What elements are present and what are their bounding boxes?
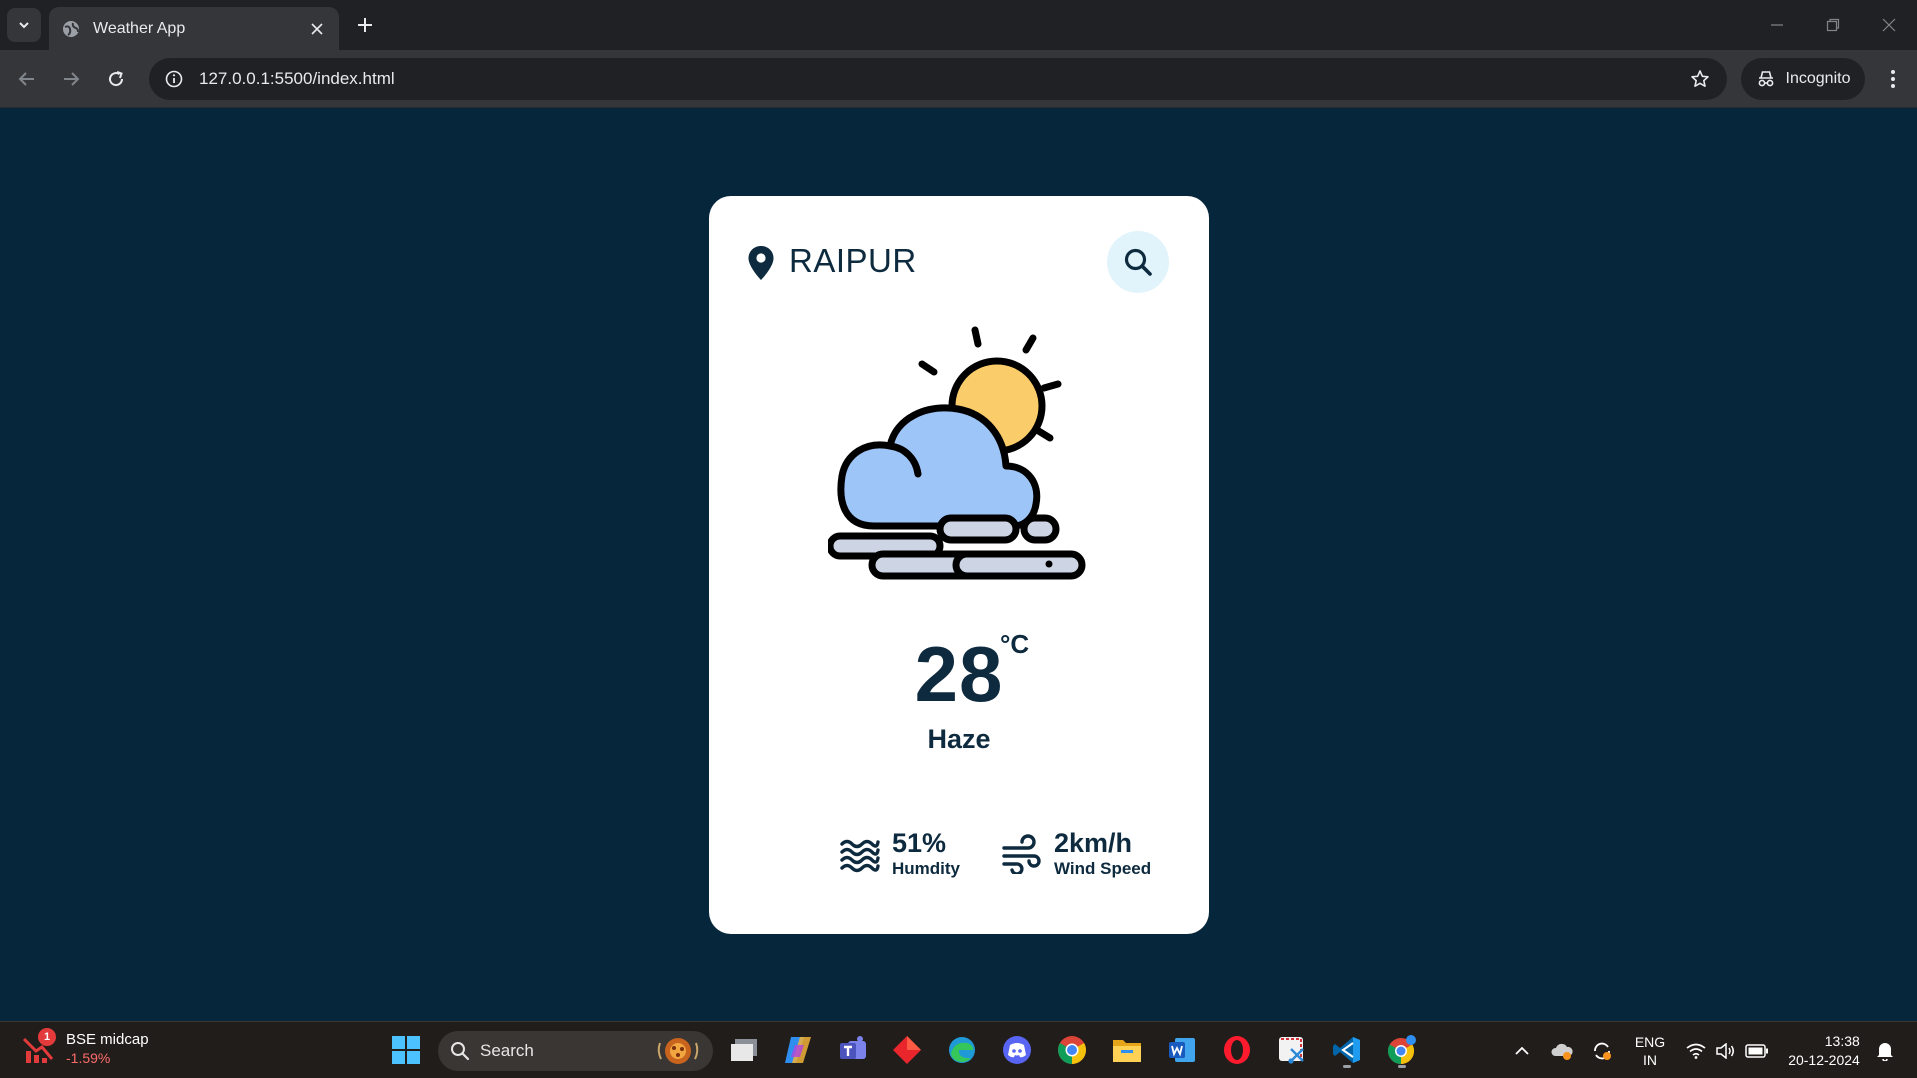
close-tab-icon[interactable] — [307, 19, 327, 39]
tab-title: Weather App — [93, 19, 186, 37]
teams-icon[interactable] — [833, 1030, 873, 1070]
sync-icon[interactable] — [1588, 1022, 1616, 1078]
wind-value: 2km/h — [1054, 828, 1133, 858]
chevron-up-icon — [1515, 1046, 1529, 1055]
stock-widget[interactable]: 1 BSE midcap -1.59% — [22, 1028, 149, 1068]
chevron-down-icon — [19, 22, 29, 29]
battery-icon[interactable] — [1742, 1022, 1772, 1078]
volume-icon[interactable] — [1712, 1022, 1738, 1078]
incognito-button[interactable]: Incognito — [1741, 58, 1865, 100]
incognito-icon — [1758, 71, 1773, 87]
snipping-tool-icon[interactable] — [1272, 1030, 1312, 1070]
wind-icon — [1002, 834, 1041, 874]
forward-button[interactable] — [54, 62, 88, 96]
city-name: RAIPUR — [789, 242, 917, 279]
widget-title: BSE midcap — [66, 1031, 149, 1048]
wind-label: Wind Speed — [1054, 859, 1152, 878]
weather-description: Haze — [927, 724, 991, 754]
incognito-label: Incognito — [1785, 70, 1851, 87]
tab-search-button[interactable] — [7, 8, 41, 42]
reload-icon — [109, 71, 124, 87]
opera-icon[interactable] — [1217, 1030, 1257, 1070]
haze-weather-icon — [828, 326, 1086, 580]
plus-icon — [358, 18, 372, 32]
wind-stat: 2km/h Wind Speed — [1002, 828, 1151, 880]
search-icon — [450, 1041, 470, 1061]
clock-date: 20-12-2024 — [1788, 1051, 1860, 1068]
browser-tab[interactable]: Weather App — [49, 7, 339, 50]
reload-button[interactable] — [99, 62, 133, 96]
search-label: Search — [480, 1041, 534, 1060]
weather-card: RAIPUR 28 °C Haze 51% Humdity 2km/h Wind… — [709, 196, 1209, 934]
temperature-display: 28 °C — [709, 629, 1209, 720]
minimize-button[interactable] — [1749, 0, 1805, 50]
running-indicator — [1398, 1065, 1406, 1068]
site-info-icon[interactable] — [163, 68, 185, 90]
word-icon[interactable] — [1162, 1030, 1202, 1070]
humidity-stat: 51% Humdity — [840, 828, 960, 880]
discord-icon[interactable] — [997, 1030, 1037, 1070]
copilot-icon[interactable] — [778, 1030, 818, 1070]
globe-icon — [61, 19, 81, 39]
red-diamond-app-icon[interactable] — [887, 1030, 927, 1070]
running-indicator — [1343, 1065, 1351, 1068]
temperature-unit: °C — [1000, 629, 1030, 659]
humidity-waves-icon — [840, 839, 880, 873]
file-explorer-icon[interactable] — [1107, 1030, 1147, 1070]
chrome-icon[interactable] — [1052, 1030, 1092, 1070]
chrome-profile-icon[interactable] — [1382, 1030, 1422, 1070]
new-tab-button[interactable] — [350, 10, 380, 40]
vscode-icon[interactable] — [1327, 1030, 1367, 1070]
browser-menu-button[interactable] — [1876, 62, 1910, 96]
widget-change: -1.59% — [66, 1050, 111, 1066]
url-text[interactable]: 127.0.0.1:5500/index.html — [199, 69, 1687, 89]
notifications-bell-icon[interactable] — [1872, 1022, 1898, 1078]
show-hidden-icons-button[interactable] — [1510, 1022, 1534, 1078]
notification-badge: 1 — [38, 1028, 56, 1046]
language-indicator[interactable]: ENG IN — [1628, 1022, 1672, 1078]
address-bar[interactable]: 127.0.0.1:5500/index.html — [149, 58, 1727, 100]
more-vertical-icon — [1891, 70, 1895, 88]
edge-icon[interactable] — [942, 1030, 982, 1070]
arrow-left-icon — [18, 72, 34, 86]
language-region: IN — [1643, 1051, 1657, 1068]
search-icon — [1124, 248, 1152, 276]
search-button[interactable] — [1107, 231, 1169, 293]
restore-button[interactable] — [1805, 0, 1861, 50]
language-code: ENG — [1634, 1033, 1666, 1050]
taskbar-search[interactable]: Search — [438, 1031, 713, 1071]
close-window-button[interactable] — [1861, 0, 1917, 50]
arrow-right-icon — [64, 72, 80, 86]
task-view-icon[interactable] — [724, 1030, 764, 1070]
bookmark-star-icon[interactable] — [1687, 66, 1713, 92]
stock-chart-icon: 1 — [22, 1028, 58, 1067]
window-controls — [1749, 0, 1917, 50]
clock[interactable]: 13:38 20-12-2024 — [1780, 1022, 1868, 1078]
search-highlight-icon — [657, 1038, 699, 1064]
back-button[interactable] — [10, 62, 44, 96]
humidity-value: 51% — [892, 828, 947, 858]
onedrive-icon[interactable] — [1548, 1022, 1576, 1078]
clock-time: 13:38 — [1824, 1032, 1860, 1049]
location-pin-icon — [748, 246, 774, 280]
browser-toolbar: 127.0.0.1:5500/index.html Incognito — [0, 50, 1917, 108]
temperature-value: 28 — [914, 630, 1004, 718]
humidity-label: Humdity — [892, 859, 960, 878]
windows-taskbar: 1 BSE midcap -1.59% Search ENG IN 13:38 … — [0, 1021, 1917, 1078]
wifi-icon[interactable] — [1683, 1022, 1709, 1078]
windows-logo-icon — [392, 1036, 420, 1064]
browser-tab-bar: Weather App — [0, 0, 1917, 50]
start-button[interactable] — [386, 1030, 426, 1070]
